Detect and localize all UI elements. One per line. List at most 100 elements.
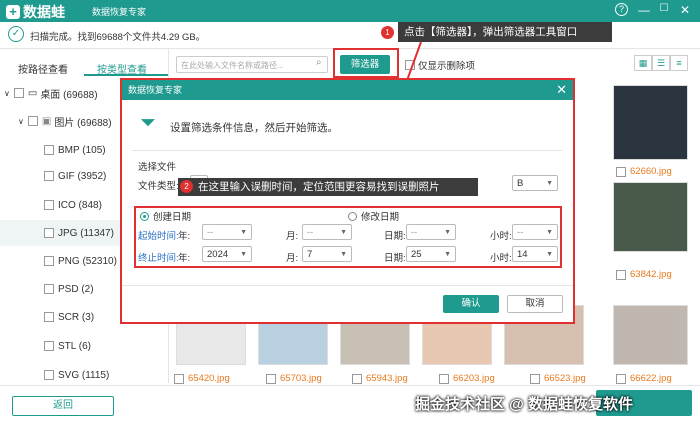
tree-item-label: GIF (3952) [58,170,107,182]
file-name: 65943.jpg [366,373,408,384]
chevron-down-icon[interactable]: ∨ [18,117,24,126]
show-deleted-label: 仅显示删除项 [418,61,476,72]
dialog-title: 数据恢复专家 [122,80,573,100]
tree-item-label: PNG (52310) [58,255,117,267]
tree-item-label: 图片 (69688) [54,117,112,129]
tree-item-label: ICO (848) [58,199,102,211]
file-name: 62660.jpg [630,166,672,177]
maximize-button[interactable]: ☐ [656,3,672,14]
file-item[interactable]: 65943.jpg [352,373,408,384]
active-tab-indicator [84,74,168,76]
checkbox[interactable] [44,312,54,322]
app-logo: + 数据蛙 [6,2,65,22]
file-item[interactable]: 66523.jpg [530,373,586,384]
step-number: 1 [381,26,394,39]
search-input[interactable]: 在此处输入文件名称或路径... [176,56,328,73]
plus-icon: + [6,5,20,19]
scan-status: 扫描完成。找到69688个文件共4.29 GB。 [30,32,206,43]
filter-dialog: 数据恢复专家 ✕ ⏷ 设置筛选条件信息，然后开始筛选。 选择文件 文件类型: B… [120,78,575,324]
tree-item-label: JPG (11347) [58,227,114,239]
thumbnail[interactable] [613,305,688,365]
file-item[interactable]: 63842.jpg [616,269,672,280]
size-unit-select[interactable]: B ▼ [512,175,558,191]
divider [0,385,700,386]
chevron-down-icon[interactable]: ∨ [4,89,10,98]
tab-by-path[interactable]: 按路径查看 [18,61,68,76]
view-mode-buttons: ▦ ☰ ≡ [634,55,688,71]
tree-item-label: 桌面 (69688) [40,89,98,101]
highlight-box [134,206,562,268]
title-bar: + 数据蛙 数据恢复专家 ? — ☐ ✕ [0,0,700,22]
divider [122,285,573,286]
file-type-label: 文件类型: [138,181,179,192]
callout-text: 点击【筛选器】，弹出筛选器工具窗口 [404,26,578,38]
file-item[interactable]: 65703.jpg [266,373,322,384]
file-name: 65703.jpg [280,373,322,384]
help-icon[interactable]: ? [615,3,628,16]
size-unit-value: B [517,177,524,189]
checkbox[interactable] [174,373,184,384]
file-name: 66622.jpg [630,373,672,384]
checkbox[interactable] [266,373,276,384]
file-item[interactable]: 66622.jpg [616,373,672,384]
checkbox[interactable] [44,171,54,181]
search-icon[interactable]: ⌕ [316,57,322,68]
grid-view-icon[interactable]: ▦ [634,55,652,71]
file-name: 65420.jpg [188,373,230,384]
tree-item-label: BMP (105) [58,144,106,156]
file-item[interactable]: 62660.jpg [616,166,672,177]
image-icon: ▣ [41,115,52,127]
file-item[interactable]: 66203.jpg [439,373,495,384]
tree-item-label: PSD (2) [58,283,94,295]
back-button[interactable]: 返回 [12,396,114,416]
checkbox[interactable] [439,373,449,384]
detail-view-icon[interactable]: ≡ [670,55,688,71]
chevron-down-icon: ▼ [546,179,553,187]
checkbox[interactable] [44,341,54,351]
file-name: 66203.jpg [453,373,495,384]
dialog-header: 设置筛选条件信息，然后开始筛选。 [170,122,338,134]
step-number: 2 [180,180,193,193]
checkbox[interactable] [27,116,38,126]
checkbox[interactable] [616,373,626,384]
checkbox[interactable] [44,200,54,210]
logo-text: 数据蛙 [23,4,65,20]
highlight-box [333,48,399,78]
tree-item-label: SVG (1115) [58,369,110,381]
show-deleted-toggle[interactable]: 仅显示删除项 [405,58,475,72]
watermark: 掘金技术社区 @ 数据蛙恢复软件 [415,396,633,413]
file-name: 66523.jpg [544,373,586,384]
checkbox[interactable] [530,373,540,384]
checkbox[interactable] [44,256,54,266]
confirm-button[interactable]: 确认 [443,295,499,313]
app-title: 数据恢复专家 [92,7,147,17]
close-button[interactable]: ✕ [677,3,693,17]
tree-item-stl[interactable]: STL (6) [0,333,168,359]
close-icon[interactable]: ✕ [556,82,567,98]
thumbnail[interactable] [613,85,688,160]
file-name: 63842.jpg [630,269,672,280]
filter-icon: ⏷ [140,112,156,134]
select-file-label: 选择文件 [138,162,177,173]
list-view-icon[interactable]: ☰ [652,55,670,71]
checkbox[interactable] [352,373,362,384]
checkbox[interactable] [616,269,626,280]
minimize-button[interactable]: — [636,3,652,17]
checkbox[interactable] [44,370,54,380]
divider [132,150,562,151]
tree-item-label: SCR (3) [58,311,95,323]
checkbox[interactable] [44,145,54,155]
checkbox[interactable] [44,284,54,294]
callout-text: 在这里输入误删时间，定位范围更容易找到误删照片 [198,181,440,193]
checkbox[interactable] [616,166,626,177]
checkbox[interactable] [13,88,24,98]
cancel-button[interactable]: 取消 [507,295,563,313]
file-item[interactable]: 65420.jpg [174,373,230,384]
checkbox[interactable] [44,228,54,238]
thumbnail[interactable] [613,182,688,252]
drive-icon: ▭ [27,87,38,99]
tree-item-label: STL (6) [58,340,91,352]
check-icon: ✓ [8,26,24,42]
callout-filter: 点击【筛选器】，弹出筛选器工具窗口 [398,22,612,42]
callout-time: 在这里输入误删时间，定位范围更容易找到误删照片 [178,178,478,196]
